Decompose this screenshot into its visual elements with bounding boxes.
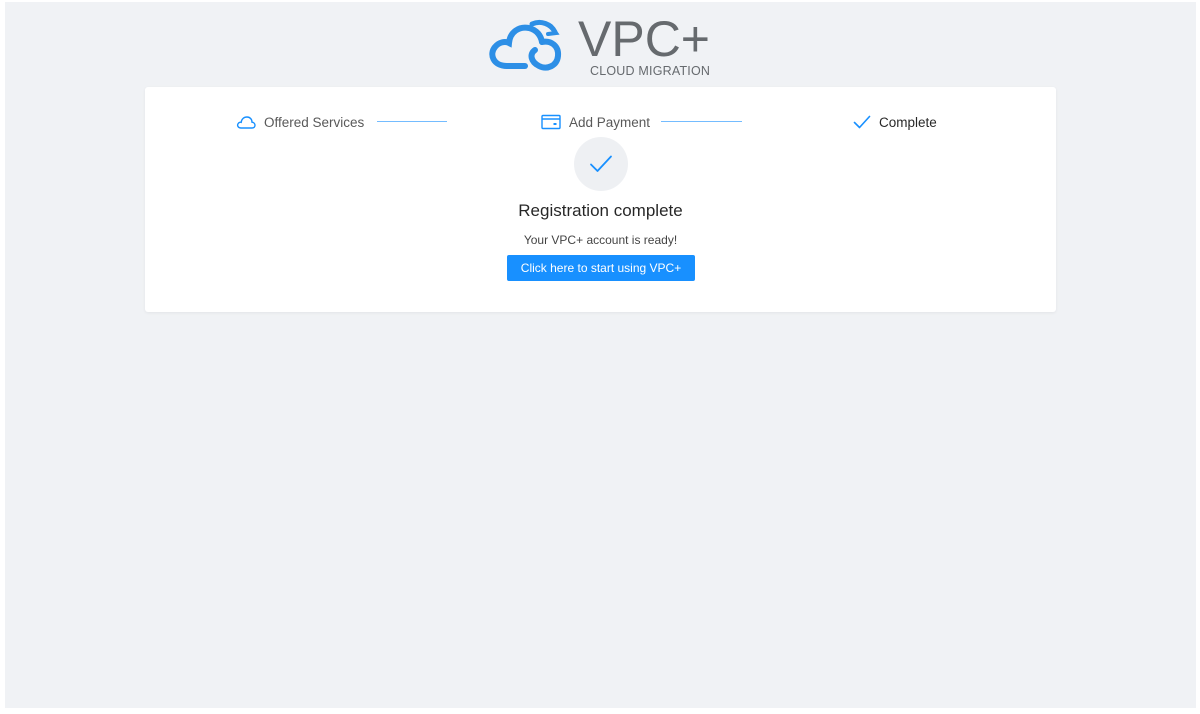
step-offered-services[interactable]: Offered Services xyxy=(236,111,364,133)
step-connector xyxy=(661,121,742,122)
page-background: VPC+ CLOUD MIGRATION Offered Services Ad… xyxy=(5,2,1196,708)
step-label: Offered Services xyxy=(264,114,365,130)
step-connector xyxy=(377,121,447,122)
registration-card: Offered Services Add Payment Complete Re… xyxy=(145,87,1056,312)
cloud-icon xyxy=(236,115,256,129)
check-icon xyxy=(853,115,871,129)
brand-tagline: CLOUD MIGRATION xyxy=(590,64,711,78)
step-label: Add Payment xyxy=(569,114,651,130)
step-complete[interactable]: Complete xyxy=(853,111,937,133)
step-label: Complete xyxy=(879,114,937,130)
credit-card-icon xyxy=(541,114,561,130)
brand-name: VPC+ xyxy=(578,11,711,67)
result-subtitle: Your VPC+ account is ready! xyxy=(523,233,678,247)
success-check-icon xyxy=(574,137,628,191)
step-add-payment[interactable]: Add Payment xyxy=(541,111,650,133)
result-title: Registration complete xyxy=(518,201,683,220)
brand-logo: VPC+ CLOUD MIGRATION xyxy=(485,12,735,82)
cloud-logo-icon xyxy=(489,19,562,71)
start-using-button[interactable]: Click here to start using VPC+ xyxy=(507,255,695,281)
